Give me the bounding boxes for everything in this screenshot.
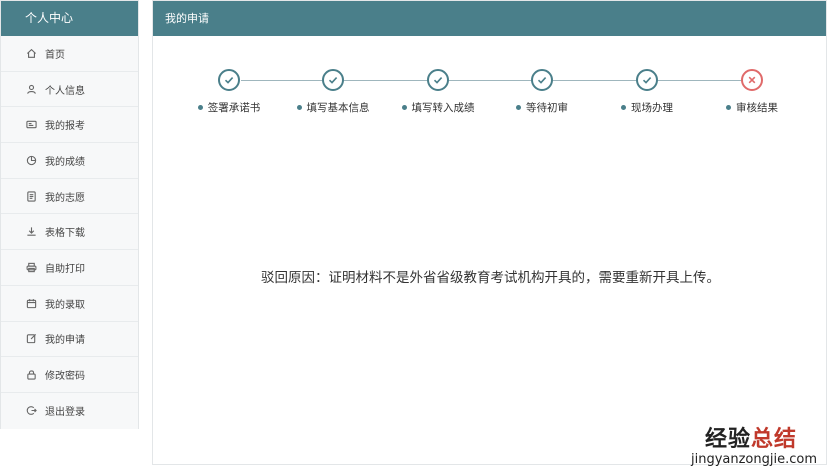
step-label: 签署承诺书 [207, 102, 261, 114]
bullet-dot [621, 104, 626, 110]
sidebar-item-profile[interactable]: 个人信息 [1, 71, 138, 108]
calendar-icon [25, 297, 37, 309]
rejection-reason: 驳回原因：证明材料不是外省省级教育考试机构开具的，需要重新开具上传。 [261, 270, 720, 286]
card-icon [25, 119, 37, 131]
watermark-url: jingyanzongjie.com [690, 452, 817, 467]
step-review-result: 审核结果 [692, 69, 812, 115]
sidebar-item-print[interactable]: 自助打印 [1, 250, 138, 286]
sidebar-item-logout[interactable]: 退出登录 [1, 392, 138, 429]
step-onsite: 现场办理 [587, 69, 707, 115]
sidebar-item-label: 首页 [45, 49, 65, 61]
sidebar-item-label: 我的成绩 [45, 156, 85, 168]
sidebar-item-preferences[interactable]: 我的志愿 [1, 178, 138, 215]
check-icon [531, 69, 553, 91]
check-icon [218, 69, 240, 91]
sidebar-title: 个人中心 [1, 1, 138, 36]
step-label: 填写转入成绩 [411, 102, 475, 114]
lock-icon [25, 369, 37, 381]
step-label: 审核结果 [736, 102, 778, 114]
step-transfer-scores: 填写转入成绩 [378, 69, 498, 115]
bullet-dot [516, 104, 521, 110]
download-icon [25, 226, 37, 238]
check-icon [636, 69, 658, 91]
step-basic-info: 填写基本信息 [273, 69, 393, 115]
sidebar-item-scores[interactable]: 我的成绩 [1, 143, 138, 179]
bullet-dot [296, 104, 302, 110]
sidebar-item-label: 个人信息 [45, 85, 85, 97]
sidebar-item-label: 我的录取 [45, 299, 85, 311]
progress-steps: 签署承诺书 填写基本信息 填写转入成绩 等待初审 现场办理 审核结果 [153, 69, 827, 129]
sidebar-item-label: 退出登录 [45, 407, 85, 419]
sidebar-item-applications[interactable]: 我的申请 [1, 321, 138, 358]
sidebar-item-label: 表格下载 [45, 228, 85, 240]
step-label: 现场办理 [631, 102, 673, 114]
page-title: 我的申请 [153, 1, 826, 36]
sidebar-item-label: 自助打印 [45, 263, 85, 275]
sidebar-item-label: 我的申请 [45, 335, 85, 347]
logout-icon [25, 405, 37, 417]
step-sign-commitment: 签署承诺书 [169, 69, 289, 115]
sidebar-item-label: 修改密码 [45, 371, 85, 383]
sidebar-item-registration[interactable]: 我的报考 [1, 107, 138, 144]
check-icon [322, 69, 344, 91]
check-icon [427, 69, 449, 91]
bullet-dot [726, 104, 731, 110]
close-icon [741, 69, 763, 91]
step-label: 填写基本信息 [306, 102, 370, 114]
watermark-text-a: 经验 [704, 427, 751, 452]
watermark-text-b: 总结 [750, 427, 797, 452]
sidebar: 个人中心 首页 个人信息 我的报考 我的成绩 我的志愿 表格下载 自助打印 我的… [0, 0, 139, 429]
step-initial-review: 等待初审 [482, 69, 602, 115]
pie-chart-icon [25, 154, 37, 166]
bullet-dot [197, 104, 203, 110]
edit-icon [25, 333, 37, 345]
document-icon [25, 190, 37, 202]
sidebar-item-download[interactable]: 表格下载 [1, 214, 138, 251]
step-label: 等待初审 [526, 102, 568, 114]
sidebar-item-home[interactable]: 首页 [1, 36, 138, 72]
main-panel: 我的申请 签署承诺书 填写基本信息 填写转入成绩 等待初审 现场办理 审核结果 … [152, 0, 827, 465]
bullet-dot [401, 104, 407, 110]
sidebar-item-admission[interactable]: 我的录取 [1, 285, 138, 322]
printer-icon [25, 261, 37, 273]
sidebar-item-change-password[interactable]: 修改密码 [1, 357, 138, 393]
home-icon [25, 47, 37, 59]
watermark-logo: 经验总结 [705, 421, 797, 453]
sidebar-item-label: 我的报考 [45, 121, 85, 133]
user-icon [25, 83, 37, 95]
sidebar-item-label: 我的志愿 [45, 192, 85, 204]
